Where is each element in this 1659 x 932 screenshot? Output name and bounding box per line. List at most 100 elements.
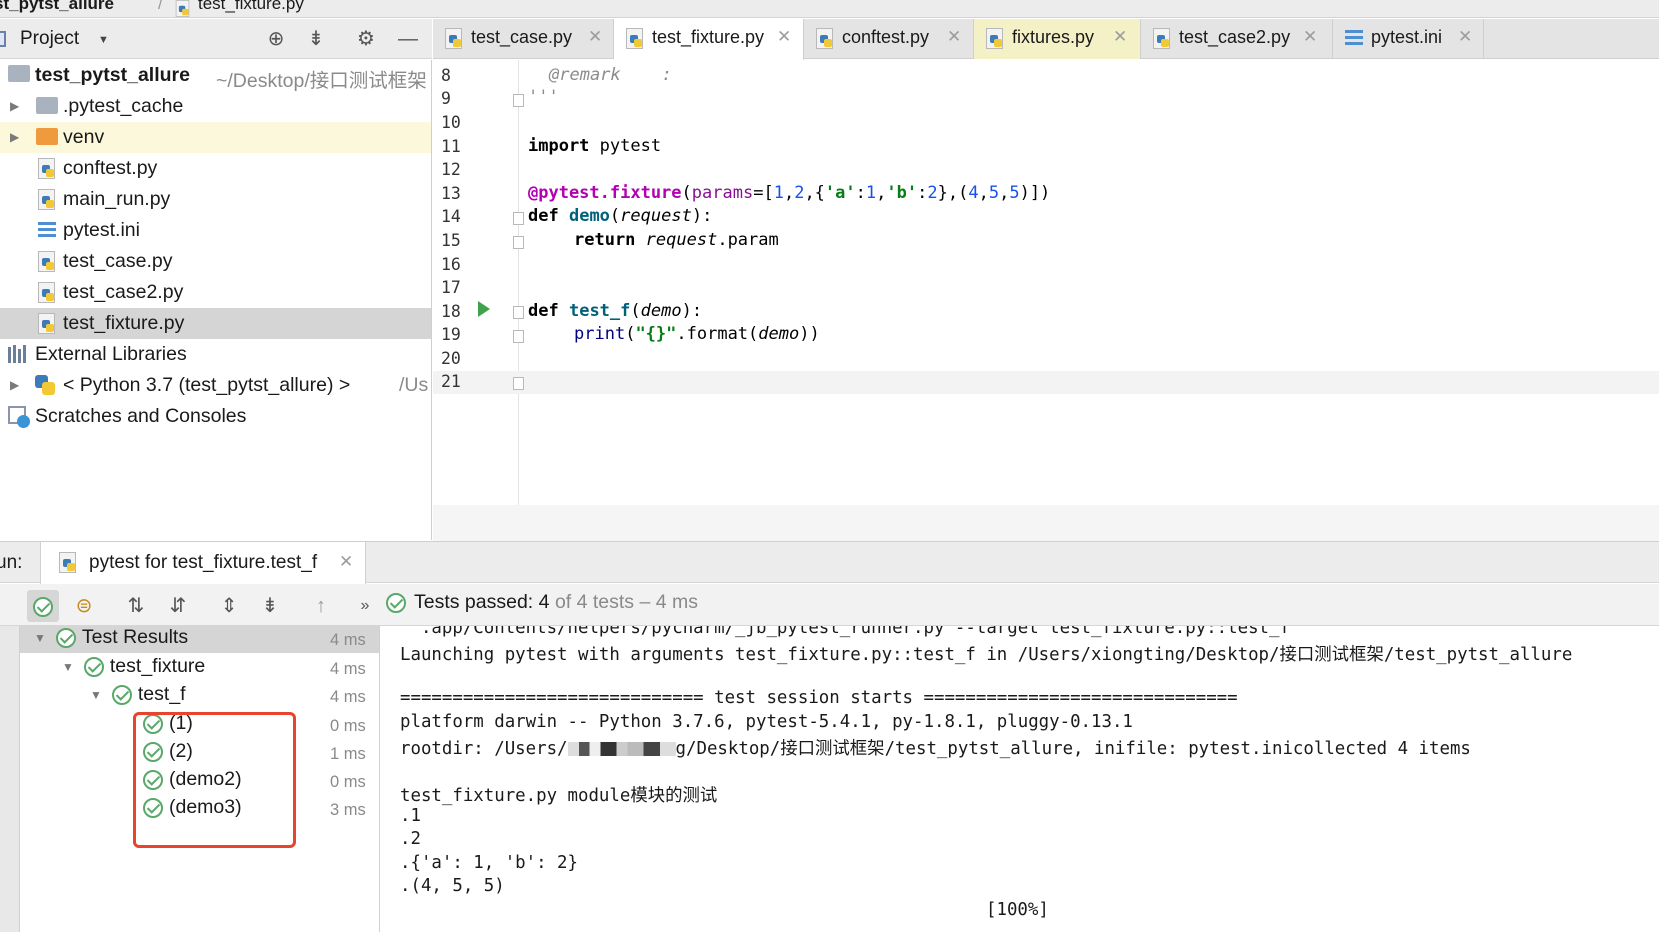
test-result-function[interactable]: ▼ test_f [90,683,186,711]
collapse-icon[interactable]: ⇟ [302,25,330,53]
expand-all-icon[interactable]: ⇕ [213,590,245,622]
close-icon[interactable]: ✕ [588,27,602,47]
fold-icon[interactable] [513,94,524,107]
sort-alpha-icon[interactable]: ⇅ [120,590,152,622]
python-file-icon [38,158,55,179]
line-number: 8 [441,66,451,85]
collapse-all-icon[interactable]: ⇟ [254,590,286,622]
run-gutter-icon[interactable] [478,301,490,317]
scratch-icon [8,406,30,428]
folder-icon [36,97,58,114]
close-icon[interactable]: ✕ [947,27,961,47]
tab-test-case[interactable]: test_case.py ✕ [433,19,614,59]
line-number: 12 [441,160,461,179]
fold-icon[interactable] [513,306,524,319]
tree-item-root[interactable]: test_pytst_allure ~/Desktop/接口测试框架 [0,60,431,92]
python-file-icon [986,28,1003,49]
breadcrumb-project[interactable]: st_pytst_allure [0,0,114,14]
project-panel-header: Project ▼ ⊕ ⇟ ⚙ — [0,19,432,59]
line-number: 15 [441,231,461,250]
close-icon[interactable]: ✕ [1458,27,1472,47]
editor-tab-bar: test_case.py ✕ test_fixture.py ✕ conftes… [433,19,1659,60]
console-line: ============================= test sessi… [400,688,1238,708]
code-line-9: ''' [528,87,559,107]
locate-icon[interactable]: ⊕ [262,25,290,53]
project-panel-title[interactable]: Project [20,28,79,50]
python-file-icon [626,28,643,49]
python-file-icon [174,0,191,17]
previous-failed-icon[interactable]: ↑ [305,590,337,622]
check-circle-icon [111,684,132,705]
fold-icon[interactable] [513,377,524,390]
redacted-text [567,742,676,756]
close-icon[interactable]: ✕ [339,552,353,572]
python-file-icon [38,251,55,272]
tree-item-pytest-ini[interactable]: pytest.ini [0,215,431,246]
show-ignored-button[interactable]: ⊜ [68,590,100,622]
tree-item-external-libraries[interactable]: External Libraries [0,339,431,370]
tree-item-test-fixture[interactable]: test_fixture.py [0,308,431,339]
line-number: 10 [441,113,461,132]
expand-arrow-icon[interactable]: ▶ [10,378,19,392]
run-tab[interactable]: pytest for test_fixture.test_f ✕ [40,542,366,584]
folder-orange-icon [36,128,58,145]
show-passed-button[interactable] [27,590,59,622]
gear-icon[interactable]: ⚙ [352,25,380,53]
minimize-icon[interactable]: — [394,25,422,53]
more-icon[interactable]: » [349,590,381,622]
run-panel-header: un: pytest for test_fixture.test_f ✕ [0,541,1659,584]
tree-item-main-run[interactable]: main_run.py [0,184,431,215]
breadcrumb: st_pytst_allure / test_fixture.py [0,0,1659,18]
python-file-icon [38,189,55,210]
line-number: 17 [441,278,461,297]
run-side-toolbar [0,626,20,932]
chevron-down-icon: ▼ [34,630,46,645]
console-line: .app/Contents/helpers/pycharm/_jb_pytest… [400,626,1290,638]
close-icon[interactable]: ✕ [1303,27,1317,47]
expand-arrow-icon[interactable]: ▶ [10,130,19,144]
console-line: [100%] [986,900,1049,920]
chevron-down-icon[interactable]: ▼ [98,34,109,46]
expand-arrow-icon[interactable]: ▶ [10,99,19,113]
tab-conftest[interactable]: conftest.py ✕ [804,19,974,59]
tree-item-pytest-cache[interactable]: ▶ .pytest_cache [0,91,431,122]
tree-item-python-sdk[interactable]: ▶ < Python 3.7 (test_pytst_allure) > /Us [0,370,431,401]
console-line: rootdir: /Users/g/Desktop/接口测试框架/test_py… [400,739,1471,759]
code-line-11: import pytest [528,136,662,156]
libraries-icon [8,345,30,363]
tab-test-case2[interactable]: test_case2.py ✕ [1141,19,1333,59]
tab-pytest-ini[interactable]: pytest.ini ✕ [1333,19,1484,59]
chevron-down-icon: ▼ [62,659,74,674]
test-status: Tests passed: 4 of 4 tests – 4 ms [386,591,698,614]
code-editor[interactable] [520,60,1659,540]
python-file-icon [816,28,833,49]
editor-gutter [433,60,519,540]
console-output[interactable]: .app/Contents/helpers/pycharm/_jb_pytest… [381,626,1659,932]
tab-fixtures[interactable]: fixtures.py ✕ [974,19,1141,59]
breadcrumb-file[interactable]: test_fixture.py [198,0,304,14]
tree-item-test-case[interactable]: test_case.py [0,246,431,277]
tab-test-fixture[interactable]: test_fixture.py ✕ [614,19,804,60]
run-label: un: [0,552,23,573]
test-result-root[interactable]: ▼ Test Results [34,626,188,654]
close-icon[interactable]: ✕ [777,27,791,47]
fold-icon[interactable] [513,330,524,343]
line-number: 20 [441,349,461,368]
fold-icon[interactable] [513,212,524,225]
editor-empty-area [433,505,1659,541]
close-icon[interactable]: ✕ [1113,27,1127,47]
check-circle-icon [55,627,76,648]
tree-item-conftest[interactable]: conftest.py [0,153,431,184]
tree-item-scratches[interactable]: Scratches and Consoles [0,401,431,432]
console-line: Launching pytest with arguments test_fix… [400,645,1573,665]
line-number: 13 [441,184,461,203]
line-number: 21 [441,372,461,391]
sort-duration-icon[interactable]: ⇵ [162,590,194,622]
fold-icon[interactable] [513,236,524,249]
tree-item-test-case2[interactable]: test_case2.py [0,277,431,308]
python-file-icon [38,282,55,303]
tree-item-venv[interactable]: ▶ venv [0,122,431,153]
console-line: .{'a': 1, 'b': 2} [400,853,578,873]
test-result-module[interactable]: ▼ test_fixture [62,655,205,683]
check-circle-icon [83,656,104,677]
